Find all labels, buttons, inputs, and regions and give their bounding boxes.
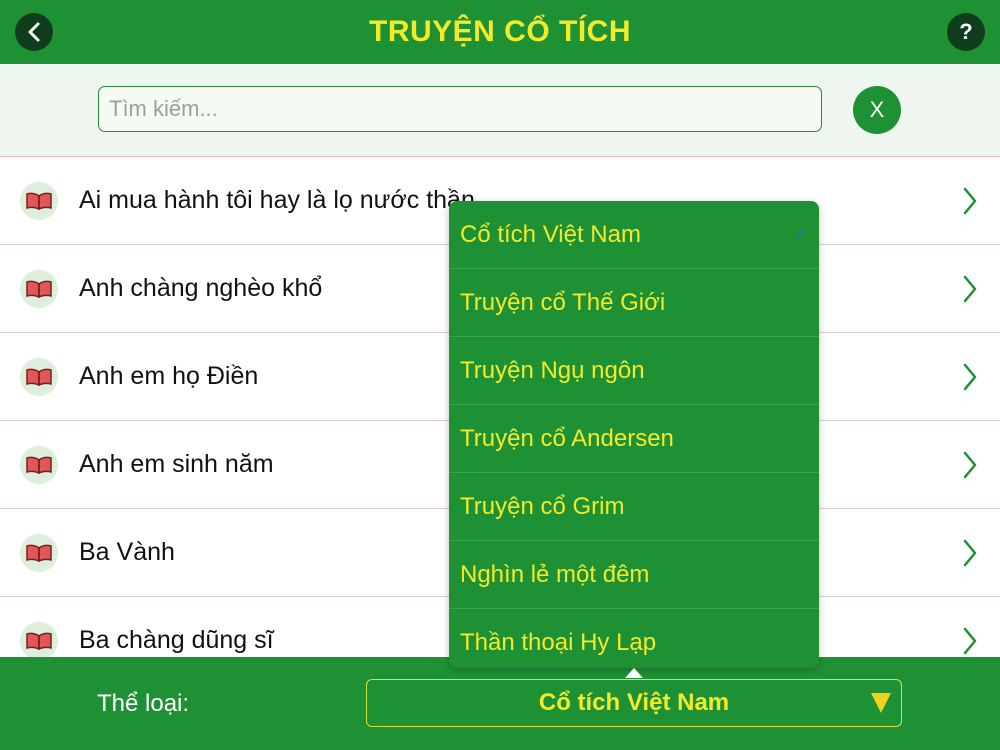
story-title: Ba chàng dũng sĩ — [79, 626, 274, 654]
category-option-label: Nghìn lẻ một đêm — [460, 561, 650, 588]
story-title: Ba Vành — [79, 538, 175, 566]
category-option-label: Truyện cổ Andersen — [460, 425, 674, 452]
category-select[interactable]: Cổ tích Việt Nam — [366, 679, 902, 727]
clear-search-button[interactable]: X — [853, 86, 901, 134]
category-option-label: Thần thoại Hy Lạp — [460, 629, 657, 656]
chevron-right-icon — [963, 363, 977, 391]
story-title: Anh em sinh năm — [79, 450, 274, 478]
checkmark-icon: ✓ — [795, 226, 807, 242]
category-option[interactable]: Cổ tích Việt Nam ✓ — [449, 201, 819, 269]
popover-caret — [625, 668, 643, 678]
chevron-right-icon — [963, 187, 977, 215]
category-option[interactable]: Truyện cổ Thế Giới — [449, 269, 819, 337]
story-title: Anh em họ Điền — [79, 362, 259, 390]
search-input[interactable] — [98, 86, 822, 132]
search-bar: X — [0, 64, 1000, 157]
category-option[interactable]: Truyện cổ Grim — [449, 473, 819, 541]
category-label: Thể loại: — [97, 690, 190, 717]
category-option-label: Truyện cổ Thế Giới — [460, 289, 666, 316]
dropdown-arrow-icon — [871, 693, 891, 713]
chevron-right-icon — [963, 275, 977, 303]
book-icon — [20, 622, 58, 657]
category-selected-value: Cổ tích Việt Nam — [538, 689, 730, 716]
chevron-right-icon — [963, 627, 977, 655]
category-option[interactable]: Thần thoại Hy Lạp — [449, 609, 819, 668]
header-bar: TRUYỆN CỔ TÍCH ? — [0, 0, 1000, 64]
book-icon — [20, 358, 58, 396]
category-option-label: Cổ tích Việt Nam — [460, 221, 641, 248]
chevron-right-icon — [963, 451, 977, 479]
footer-bar: Thể loại: Cổ tích Việt Nam — [0, 657, 1000, 750]
category-dropdown: Cổ tích Việt Nam ✓ Truyện cổ Thế Giới Truyệ… — [449, 201, 819, 668]
book-icon — [20, 534, 58, 572]
category-option-label: Truyện Ngụ ngôn — [460, 357, 645, 384]
category-option[interactable]: Nghìn lẻ một đêm — [449, 541, 819, 609]
category-option[interactable]: Truyện Ngụ ngôn — [449, 337, 819, 405]
book-icon — [20, 182, 58, 220]
page-title: TRUYỆN CỔ TÍCH — [369, 15, 631, 48]
chevron-right-icon — [963, 539, 977, 567]
story-title: Ai mua hành tôi hay là lọ nước thần — [79, 186, 475, 214]
category-option-label: Truyện cổ Grim — [460, 493, 625, 520]
story-title: Anh chàng nghèo khổ — [79, 274, 323, 302]
help-button[interactable]: ? — [947, 13, 985, 51]
category-option[interactable]: Truyện cổ Andersen — [449, 405, 819, 473]
book-icon — [20, 446, 58, 484]
book-icon — [20, 270, 58, 308]
